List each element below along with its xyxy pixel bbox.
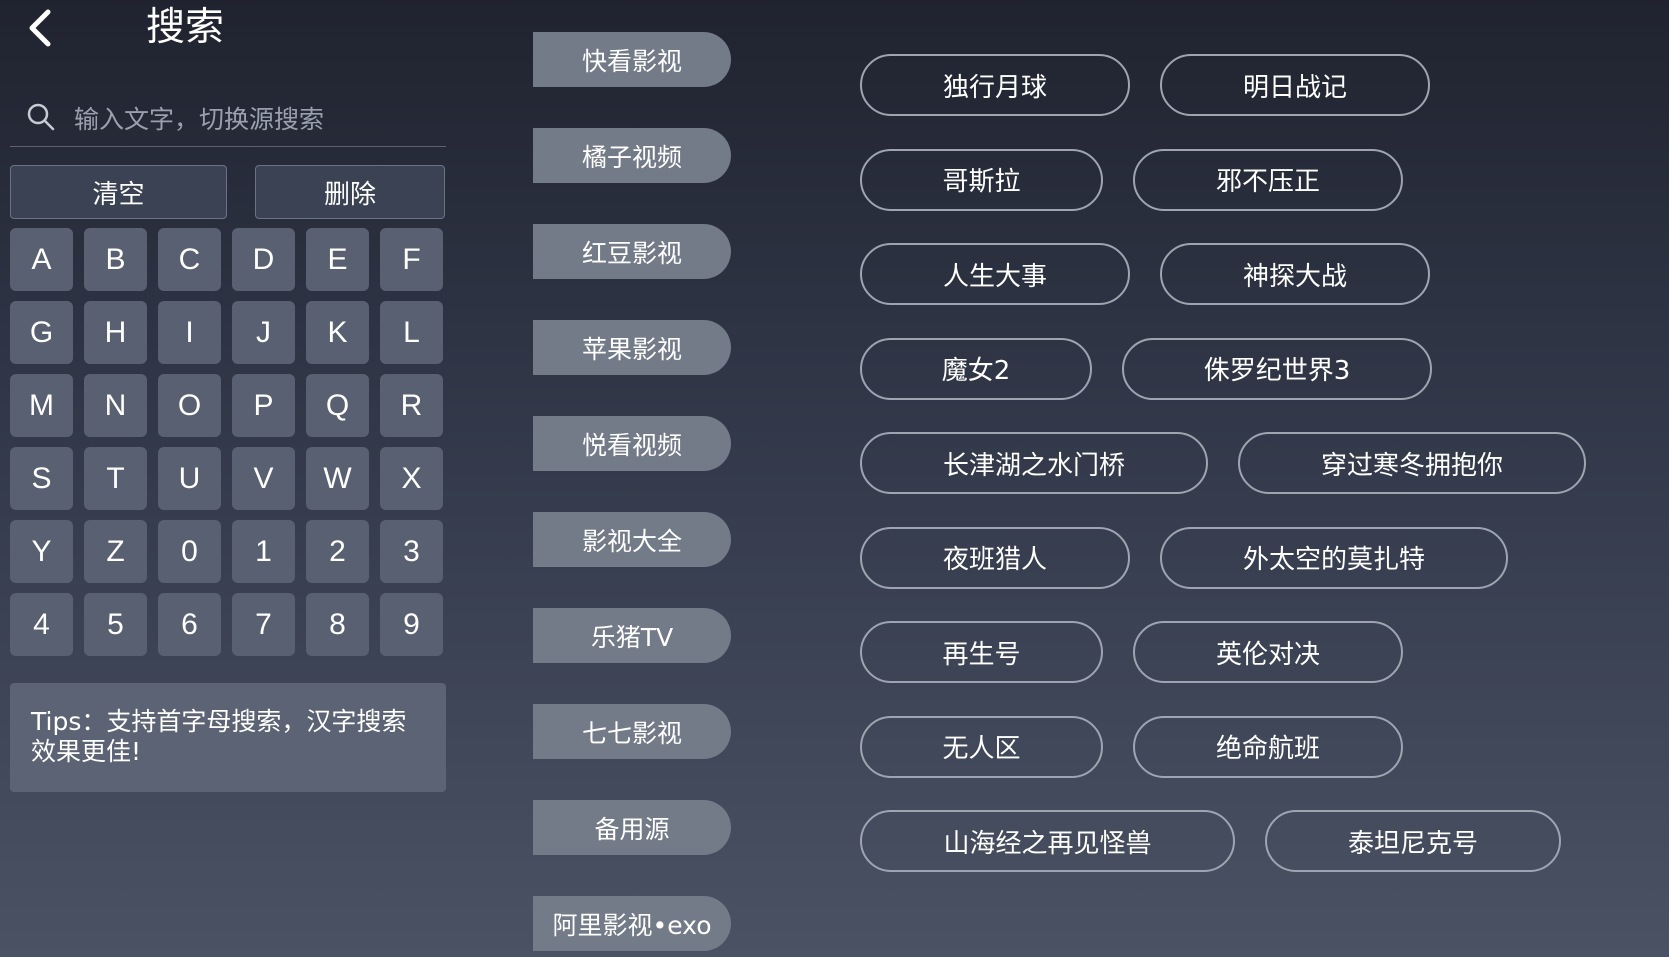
hot-words-row: 人生大事 神探大战 [860, 243, 1640, 307]
hot-word-pill[interactable]: 穿过寒冬拥抱你 [1238, 432, 1586, 494]
key-y[interactable]: Y [10, 520, 73, 583]
hot-word-pill[interactable]: 人生大事 [860, 243, 1130, 305]
key-7[interactable]: 7 [232, 593, 295, 656]
key-t[interactable]: T [84, 447, 147, 510]
key-5[interactable]: 5 [84, 593, 147, 656]
search-bar [10, 90, 446, 147]
key-l[interactable]: L [380, 301, 443, 364]
source-list: 快看影视橘子视频红豆影视苹果影视悦看视频影视大全乐猪TV 七七影视备用源阿里影视•… [533, 0, 733, 957]
hot-word-pill[interactable]: 神探大战 [1160, 243, 1430, 305]
hot-words-row: 山海经之再见怪兽 泰坦尼克号 [860, 810, 1640, 874]
hot-words-list: 独行月球 明日战记 哥斯拉 邪不压正 人生大事 神探大战 魔女2 侏罗纪世界3 长津湖之水门桥穿… [860, 54, 1640, 905]
key-f[interactable]: F [380, 228, 443, 291]
key-i[interactable]: I [158, 301, 221, 364]
hot-words-row: 魔女2 侏罗纪世界3 [860, 337, 1640, 402]
hot-word-pill[interactable]: 魔女2 [860, 337, 1092, 400]
hot-word-pill[interactable]: 绝命航班 [1133, 715, 1403, 778]
source-item[interactable]: 悦看视频 [533, 416, 731, 471]
source-item[interactable]: 快看影视 [533, 32, 731, 87]
source-item[interactable]: 橘子视频 [533, 128, 731, 183]
key-z[interactable]: Z [84, 520, 147, 583]
key-g[interactable]: G [10, 301, 73, 364]
key-3[interactable]: 3 [380, 520, 443, 583]
hot-word-pill[interactable]: 侏罗纪世界3 [1122, 337, 1432, 400]
source-item[interactable]: 乐猪TV [533, 608, 731, 663]
key-j[interactable]: J [232, 301, 295, 364]
key-v[interactable]: V [232, 447, 295, 510]
page-title: 搜索 [146, 5, 225, 50]
source-item[interactable]: 影视大全 [533, 512, 731, 567]
key-h[interactable]: H [84, 301, 147, 364]
hot-word-pill[interactable]: 山海经之再见怪兽 [860, 810, 1235, 872]
hot-word-pill[interactable]: 英伦对决 [1133, 621, 1403, 683]
key-o[interactable]: O [158, 374, 221, 437]
hot-words-row: 无人区 绝命航班 [860, 715, 1640, 780]
delete-button[interactable]: 删除 [255, 165, 445, 219]
hot-words-row: 独行月球 明日战记 [860, 54, 1640, 118]
key-9[interactable]: 9 [380, 593, 443, 656]
hot-words-row: 哥斯拉 邪不压正 [860, 148, 1640, 213]
clear-button[interactable]: 清空 [10, 165, 227, 219]
key-8[interactable]: 8 [306, 593, 369, 656]
key-m[interactable]: M [10, 374, 73, 437]
hot-word-pill[interactable]: 泰坦尼克号 [1265, 810, 1561, 872]
hot-words-row: 再生号 英伦对决 [860, 621, 1640, 685]
hot-word-pill[interactable]: 邪不压正 [1133, 148, 1403, 211]
source-item[interactable]: 红豆影视 [533, 224, 731, 279]
source-item[interactable]: 苹果影视 [533, 320, 731, 375]
key-x[interactable]: X [380, 447, 443, 510]
key-0[interactable]: 0 [158, 520, 221, 583]
back-icon[interactable] [22, 6, 62, 50]
key-p[interactable]: P [232, 374, 295, 437]
key-d[interactable]: D [232, 228, 295, 291]
keyboard-grid: ABCDEF GHIJKL MNOPQR STUVWX YZ0123 456789 [10, 228, 446, 656]
key-k[interactable]: K [306, 301, 369, 364]
source-item[interactable]: 备用源 [533, 800, 731, 855]
hot-word-pill[interactable]: 夜班猎人 [860, 526, 1130, 589]
key-e[interactable]: E [306, 228, 369, 291]
hot-word-pill[interactable]: 哥斯拉 [860, 148, 1103, 211]
hot-word-pill[interactable]: 外太空的莫扎特 [1160, 526, 1508, 589]
key-s[interactable]: S [10, 447, 73, 510]
key-6[interactable]: 6 [158, 593, 221, 656]
tips-box: Tips：支持首字母搜索，汉字搜索效果更佳! [10, 683, 446, 792]
hot-word-pill[interactable]: 长津湖之水门桥 [860, 432, 1208, 494]
source-item[interactable]: 七七影视 [533, 704, 731, 759]
hot-word-pill[interactable]: 再生号 [860, 621, 1103, 683]
key-u[interactable]: U [158, 447, 221, 510]
key-c[interactable]: C [158, 228, 221, 291]
key-1[interactable]: 1 [232, 520, 295, 583]
key-2[interactable]: 2 [306, 520, 369, 583]
key-n[interactable]: N [84, 374, 147, 437]
hot-word-pill[interactable]: 独行月球 [860, 54, 1130, 116]
hot-words-row: 长津湖之水门桥 穿过寒冬拥抱你 [860, 432, 1640, 496]
search-icon [26, 102, 56, 132]
key-r[interactable]: R [380, 374, 443, 437]
search-input[interactable] [72, 96, 436, 142]
hot-words-row: 夜班猎人 外太空的莫扎特 [860, 526, 1640, 591]
key-q[interactable]: Q [306, 374, 369, 437]
key-b[interactable]: B [84, 228, 147, 291]
key-a[interactable]: A [10, 228, 73, 291]
key-w[interactable]: W [306, 447, 369, 510]
hot-word-pill[interactable]: 无人区 [860, 715, 1103, 778]
hot-word-pill[interactable]: 明日战记 [1160, 54, 1430, 116]
key-4[interactable]: 4 [10, 593, 73, 656]
source-item[interactable]: 阿里影视•exo [533, 896, 731, 951]
